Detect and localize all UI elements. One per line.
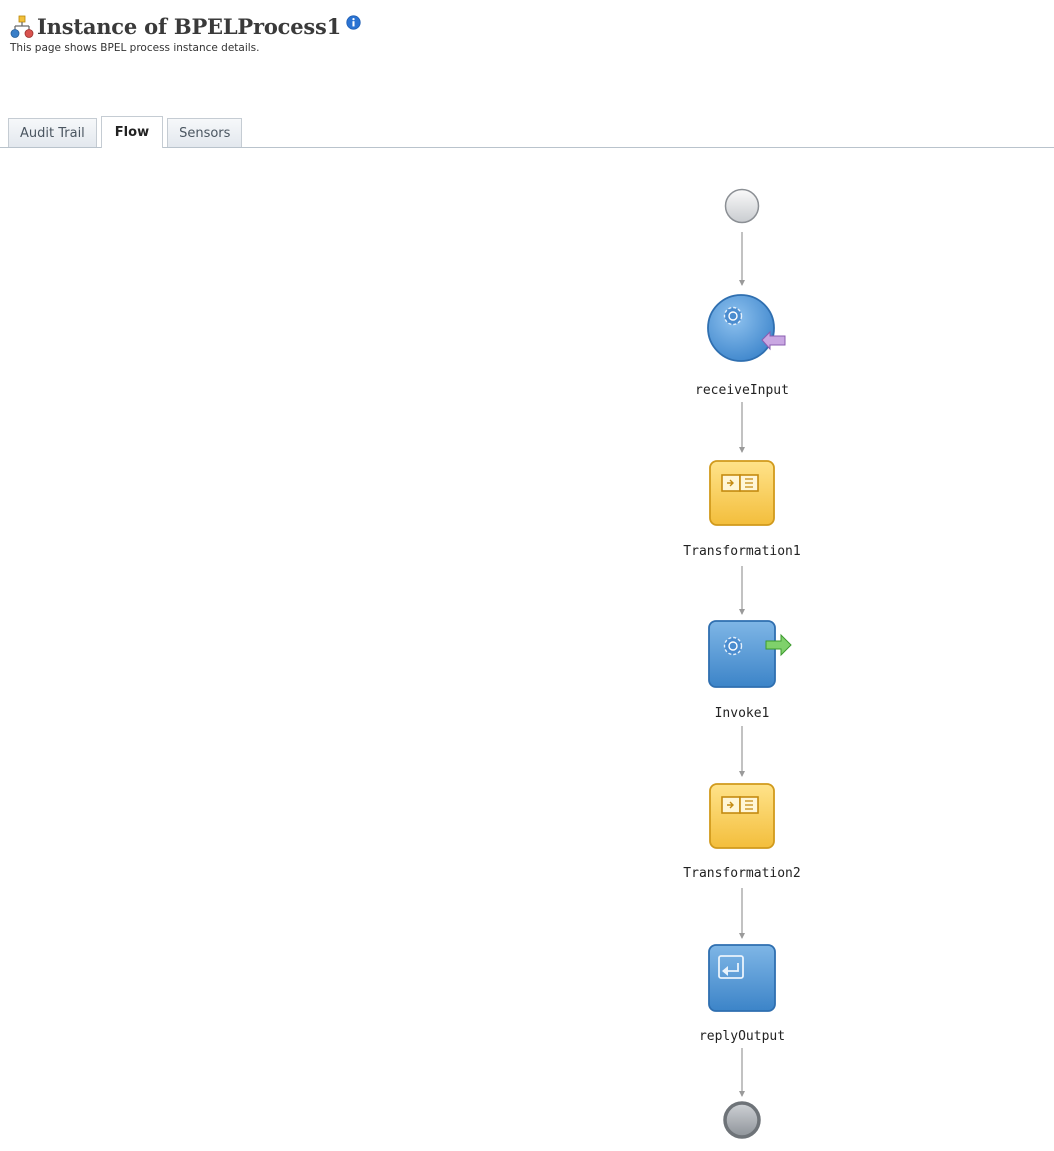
node-label: replyOutput bbox=[699, 1029, 785, 1044]
end-node[interactable] bbox=[723, 1101, 761, 1139]
tab-flow[interactable]: Flow bbox=[100, 116, 164, 148]
node-label: Invoke1 bbox=[715, 706, 770, 721]
node-label: Transformation1 bbox=[683, 544, 800, 559]
flow-node-Transformation1[interactable]: Transformation1 bbox=[683, 460, 801, 559]
transform-icon bbox=[721, 474, 759, 492]
flow-node-replyOutput[interactable]: replyOutput bbox=[699, 944, 785, 1044]
node-label: receiveInput bbox=[695, 383, 789, 398]
start-node[interactable] bbox=[724, 188, 760, 224]
flow-node-receiveInput[interactable]: receiveInput bbox=[695, 294, 789, 398]
gear-icon bbox=[723, 306, 743, 326]
transform-icon bbox=[721, 796, 759, 814]
flow-node-Invoke1[interactable]: Invoke1 bbox=[708, 620, 792, 721]
flow-node-Transformation2[interactable]: Transformation2 bbox=[683, 783, 801, 881]
flow-diagram: receiveInput Transformation1 Invoke1 Tra… bbox=[683, 188, 801, 1139]
node-label: Transformation2 bbox=[683, 866, 800, 881]
gear-icon bbox=[723, 636, 743, 656]
